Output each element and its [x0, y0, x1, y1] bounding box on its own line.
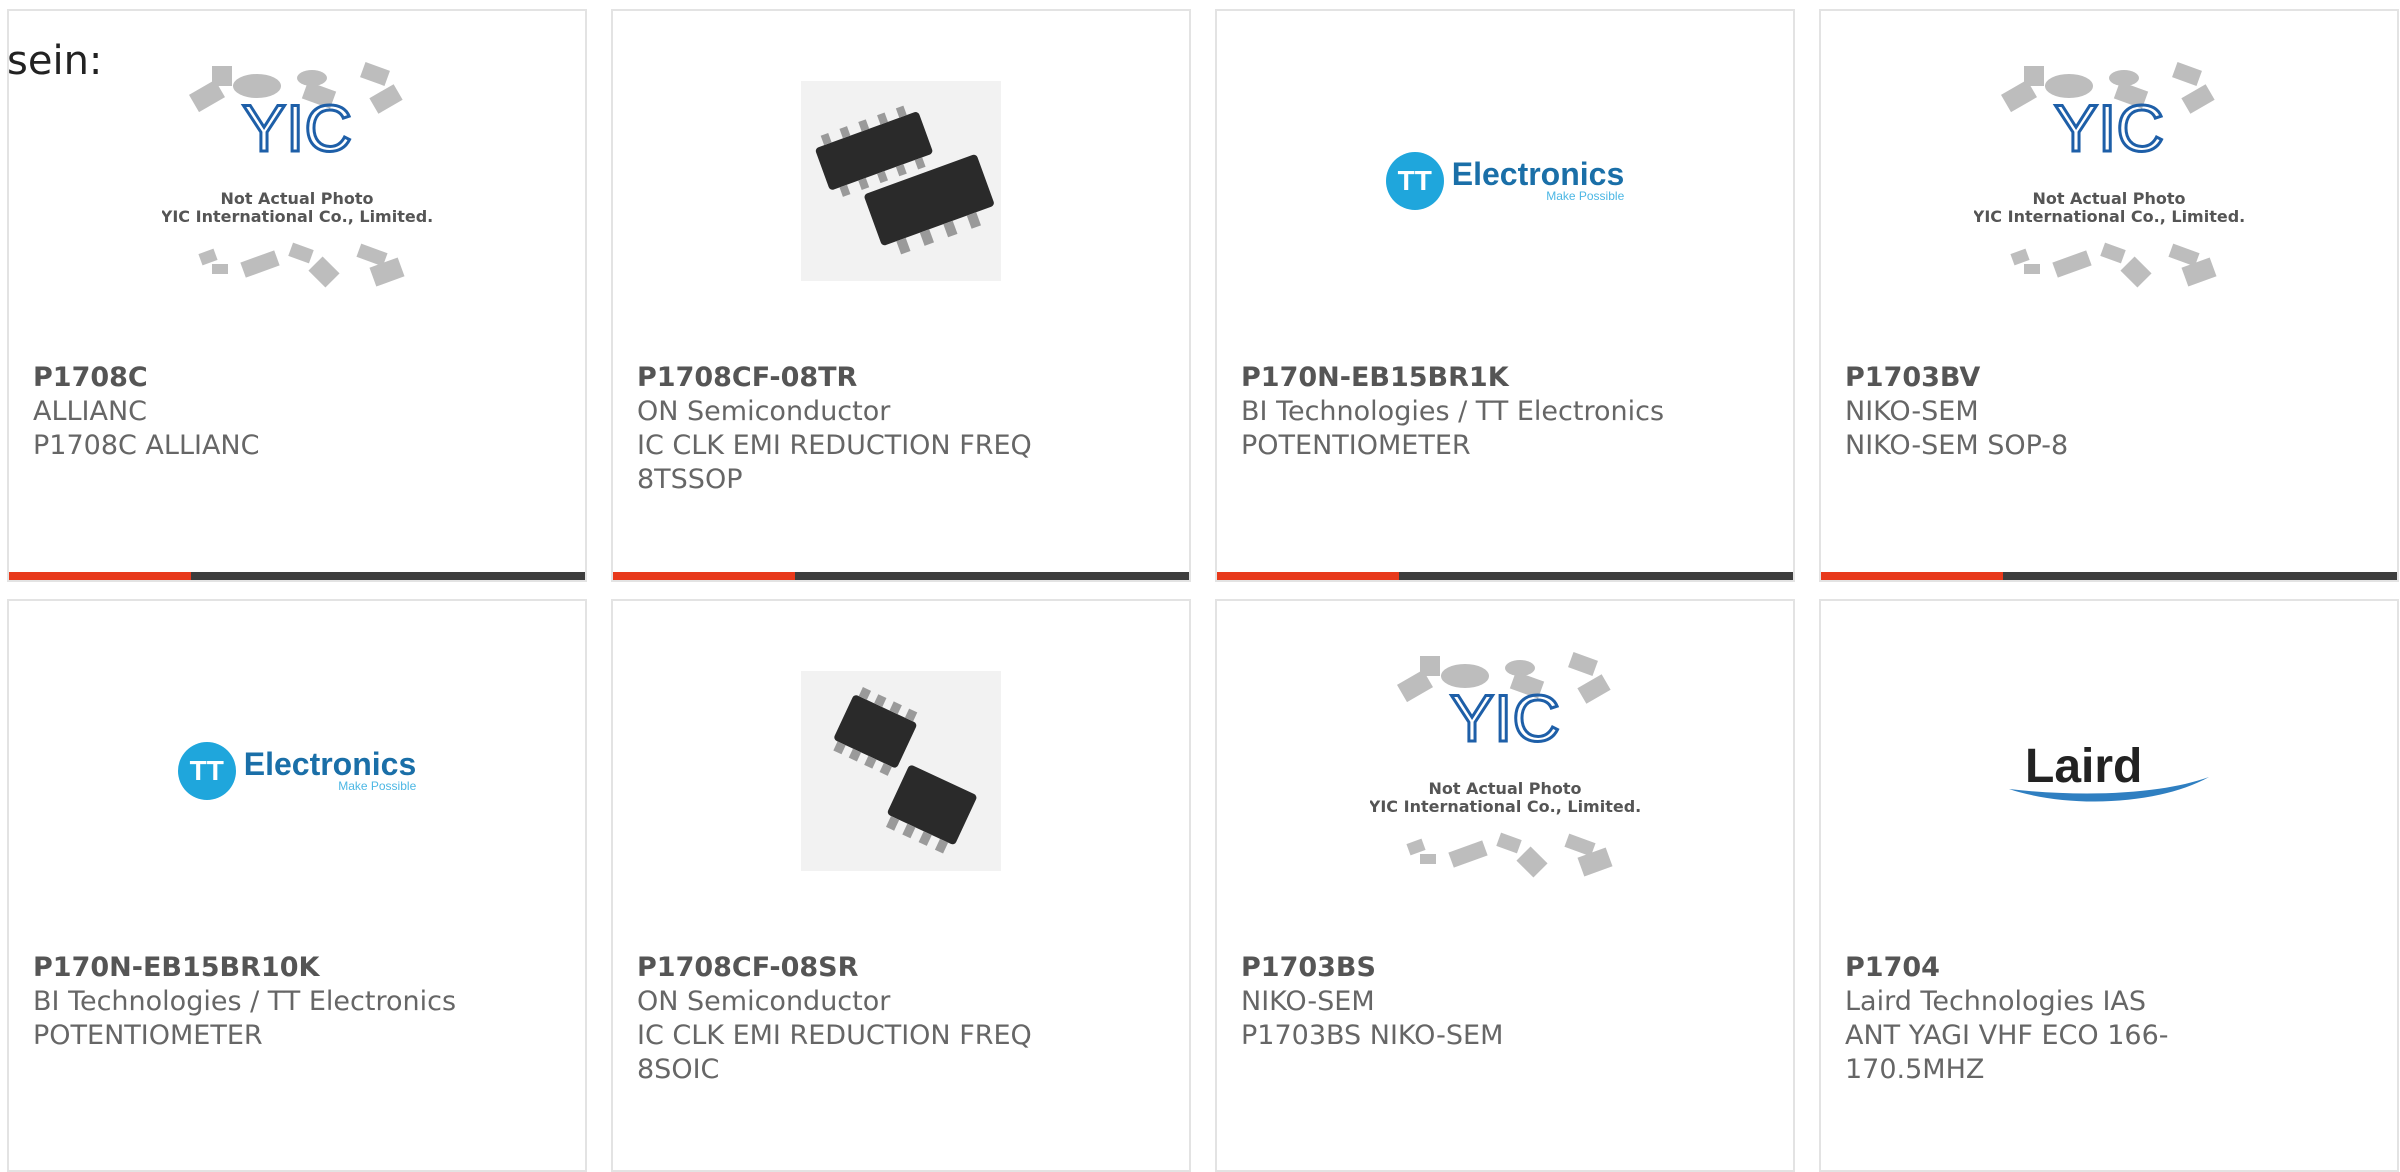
- product-card[interactable]: P1708CF-08TR ON Semiconductor IC CLK EMI…: [611, 9, 1191, 582]
- product-image[interactable]: YIC Not Actual Photo YIC International C…: [1821, 11, 2397, 351]
- description: NIKO-SEM SOP-8: [1845, 430, 2069, 461]
- yic-placeholder-icon: YIC Not Actual Photo YIC International C…: [1974, 62, 2244, 288]
- manufacturer: ON Semiconductor: [637, 396, 891, 427]
- part-number[interactable]: P1708C: [33, 361, 545, 395]
- chip-photo-icon: [801, 671, 1001, 871]
- lead-text: sein:: [7, 38, 103, 84]
- yic-placeholder-icon: YIC Not Actual Photo YIC International C…: [1370, 652, 1640, 878]
- description: IC CLK EMI REDUCTION FREQ 8SOIC: [637, 1020, 1032, 1085]
- card-bar-accent: [9, 572, 191, 580]
- manufacturer: ALLIANC: [33, 396, 148, 427]
- product-image[interactable]: TT Electronics Make Possible: [9, 601, 585, 941]
- product-card[interactable]: YIC Not Actual Photo YIC International C…: [1215, 599, 1795, 1172]
- part-number[interactable]: P1703BS: [1241, 951, 1753, 985]
- svg-text:Not Actual Photo: Not Actual Photo: [220, 189, 373, 208]
- product-card[interactable]: TT Electronics Make Possible P170N-EB15BR…: [7, 599, 587, 1172]
- manufacturer: Laird Technologies IAS: [1845, 986, 2147, 1017]
- product-image[interactable]: YIC Not Actual Photo YIC International C…: [1217, 601, 1793, 941]
- product-image[interactable]: TT Electronics Make Possible: [1217, 11, 1793, 351]
- description: POTENTIOMETER: [1241, 430, 1471, 461]
- part-number[interactable]: P170N-EB15BR10K: [33, 951, 545, 985]
- product-card[interactable]: YIC Not Actual Photo YIC International C…: [1819, 9, 2399, 582]
- product-card[interactable]: TT Electronics Make Possible P170N-EB15BR…: [1215, 9, 1795, 582]
- part-number[interactable]: P1703BV: [1845, 361, 2357, 395]
- card-bar: [9, 572, 585, 580]
- manufacturer: NIKO-SEM: [1241, 986, 1375, 1017]
- part-number[interactable]: P1708CF-08TR: [637, 361, 1149, 395]
- product-card[interactable]: YIC Not Actual Photo YIC International C…: [7, 9, 587, 582]
- manufacturer: BI Technologies / TT Electronics: [33, 986, 457, 1017]
- card-bar: [1821, 572, 2397, 580]
- card-bar: [1217, 572, 1793, 580]
- description: IC CLK EMI REDUCTION FREQ 8TSSOP: [637, 430, 1032, 495]
- svg-text:Not Actual Photo: Not Actual Photo: [1428, 779, 1581, 798]
- product-grid: YIC Not Actual Photo YIC International C…: [0, 0, 2400, 1172]
- description: P1708C ALLIANC: [33, 430, 260, 461]
- card-bar: [613, 572, 1189, 580]
- svg-text:Not Actual Photo: Not Actual Photo: [2032, 189, 2185, 208]
- manufacturer: ON Semiconductor: [637, 986, 891, 1017]
- svg-text:YIC: YIC: [2054, 91, 2164, 165]
- description: POTENTIOMETER: [33, 1020, 263, 1051]
- manufacturer: BI Technologies / TT Electronics: [1241, 396, 1665, 427]
- tt-electronics-logo-icon: TT Electronics Make Possible: [177, 742, 416, 800]
- part-number[interactable]: P170N-EB15BR1K: [1241, 361, 1753, 395]
- tt-electronics-logo-icon: TT Electronics Make Possible: [1385, 152, 1624, 210]
- card-bar-accent: [1217, 572, 1399, 580]
- svg-text:YIC International Co., Limited: YIC International Co., Limited.: [1370, 797, 1640, 816]
- product-image[interactable]: [613, 11, 1189, 351]
- svg-text:YIC: YIC: [242, 91, 352, 165]
- laird-logo-icon: Laird: [2009, 731, 2209, 811]
- description: ANT YAGI VHF ECO 166-170.5MHZ: [1845, 1020, 2169, 1085]
- part-number[interactable]: P1708CF-08SR: [637, 951, 1149, 985]
- svg-text:YIC: YIC: [1450, 681, 1560, 755]
- card-bar-accent: [1821, 572, 2003, 580]
- svg-text:YIC International Co., Limited: YIC International Co., Limited.: [162, 207, 432, 226]
- description: P1703BS NIKO-SEM: [1241, 1020, 1504, 1051]
- svg-text:YIC International Co., Limited: YIC International Co., Limited.: [1974, 207, 2244, 226]
- manufacturer: NIKO-SEM: [1845, 396, 1979, 427]
- product-card[interactable]: Laird P1704 Laird Technologies IAS ANT Y…: [1819, 599, 2399, 1172]
- product-image[interactable]: [613, 601, 1189, 941]
- card-bar-accent: [613, 572, 795, 580]
- product-card[interactable]: P1708CF-08SR ON Semiconductor IC CLK EMI…: [611, 599, 1191, 1172]
- part-number[interactable]: P1704: [1845, 951, 2357, 985]
- chip-photo-icon: [801, 81, 1001, 281]
- product-image[interactable]: Laird: [1821, 601, 2397, 941]
- yic-placeholder-icon: YIC Not Actual Photo YIC International C…: [162, 62, 432, 288]
